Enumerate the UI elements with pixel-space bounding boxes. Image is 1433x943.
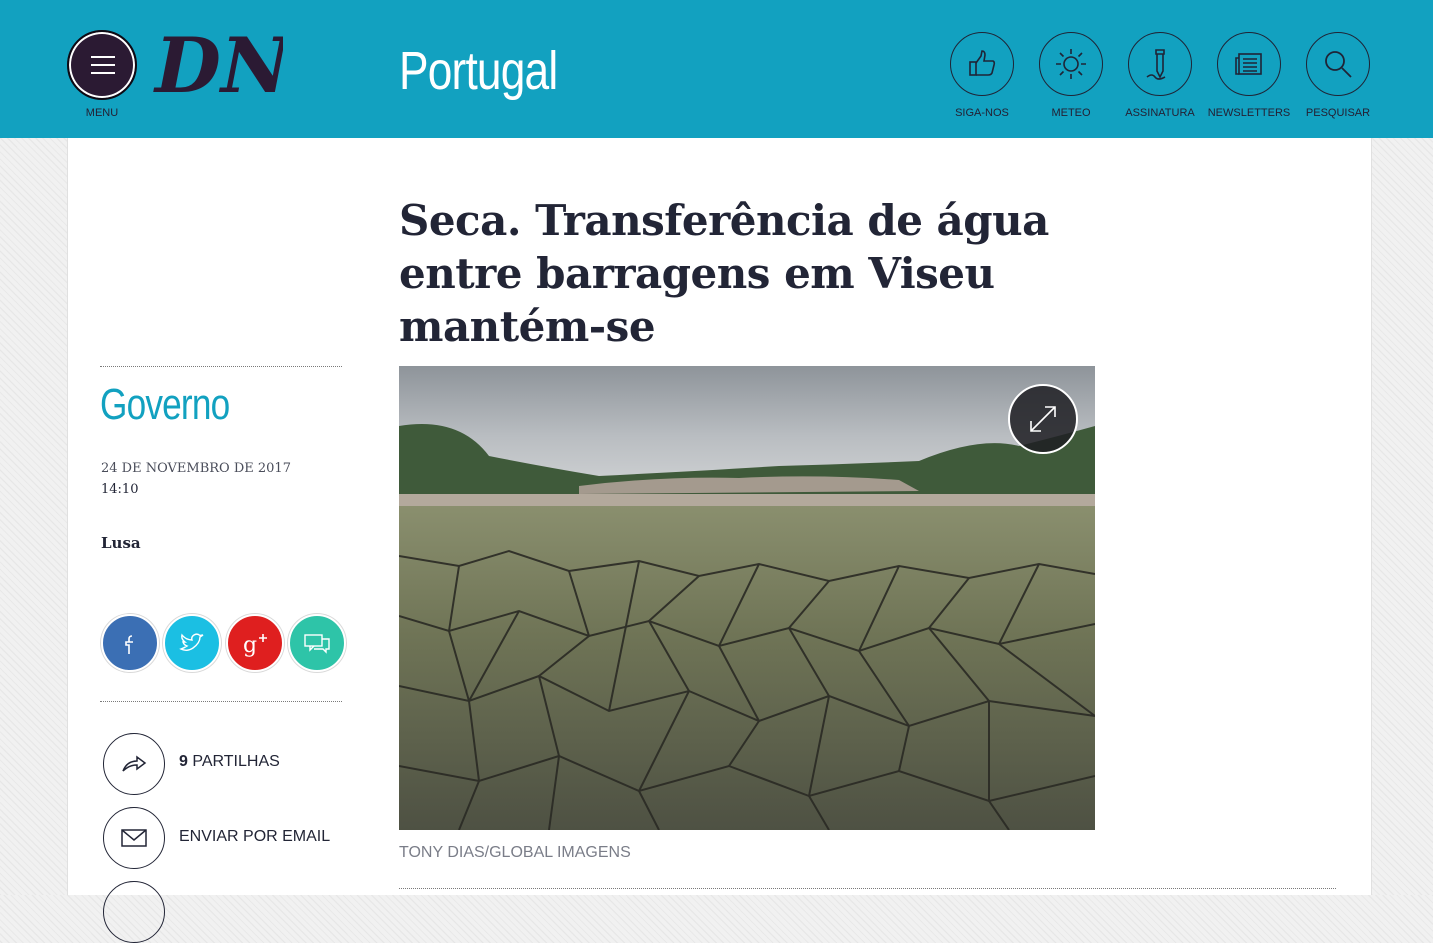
email-button[interactable] — [103, 807, 165, 869]
article-time: 14:10 — [101, 482, 139, 497]
google-plus-icon: g — [243, 633, 267, 658]
top-header: MENU DN Portugal SIGA-NOS METEO ASSINATU… — [0, 0, 1433, 138]
sidebar-divider — [100, 366, 342, 367]
twitter-share-button[interactable] — [163, 614, 221, 672]
article-photo[interactable] — [399, 366, 1095, 830]
hamburger-icon — [91, 56, 115, 74]
article-author: Lusa — [101, 534, 141, 552]
share-button[interactable] — [103, 733, 165, 795]
facebook-share-button[interactable] — [101, 614, 159, 672]
article-category[interactable]: Governo — [100, 380, 230, 430]
google-plus-share-button[interactable]: g — [226, 614, 284, 672]
follow-button[interactable] — [950, 32, 1014, 96]
menu-button[interactable] — [67, 30, 137, 100]
newsletters-button[interactable] — [1217, 32, 1281, 96]
article-headline: Seca. Transferência de água entre barrag… — [399, 196, 1049, 351]
newsletters-label: NEWSLETTERS — [1207, 107, 1291, 119]
twitter-icon — [179, 633, 204, 651]
search-icon — [1325, 51, 1352, 78]
search-button[interactable] — [1306, 32, 1370, 96]
drought-landscape-image — [399, 366, 1095, 830]
dn-logo-mark: DN — [153, 21, 293, 110]
search-label: PESQUISAR — [1305, 107, 1371, 119]
comments-share-button[interactable] — [288, 614, 346, 672]
comments-icon — [304, 634, 330, 654]
subscription-button[interactable] — [1128, 32, 1192, 96]
shares-count: 9 — [179, 753, 188, 770]
follow-label: SIGA-NOS — [955, 107, 1009, 119]
sidebar-divider-2 — [100, 701, 342, 702]
svg-text:DN: DN — [153, 24, 283, 104]
shares-label: PARTILHAS — [192, 753, 280, 770]
content-divider — [399, 888, 1336, 889]
article-date: 24 DE NOVEMBRO DE 2017 — [101, 461, 291, 476]
sun-icon — [1056, 49, 1086, 79]
email-label[interactable]: ENVIAR POR EMAIL — [179, 828, 330, 846]
facebook-icon — [125, 635, 133, 654]
weather-label: METEO — [1051, 107, 1091, 119]
shares-count-label[interactable]: 9 PARTILHAS — [179, 753, 280, 771]
expand-photo-button[interactable] — [1008, 384, 1078, 454]
share-arrow-icon — [122, 755, 147, 772]
envelope-icon — [121, 829, 147, 847]
menu-label: MENU — [85, 107, 119, 119]
subscription-label: ASSINATURA — [1125, 107, 1195, 119]
thumbs-up-icon — [969, 50, 996, 76]
expand-icon — [1030, 406, 1056, 432]
section-title[interactable]: Portugal — [399, 40, 558, 102]
photo-caption: TONY DIAS/GLOBAL IMAGENS — [399, 844, 631, 861]
newspaper-icon — [1235, 53, 1262, 75]
svg-text:g: g — [243, 633, 257, 658]
dn-logo[interactable]: DN — [153, 21, 293, 110]
pen-icon — [1146, 49, 1166, 80]
weather-button[interactable] — [1039, 32, 1103, 96]
print-button[interactable] — [103, 881, 165, 943]
